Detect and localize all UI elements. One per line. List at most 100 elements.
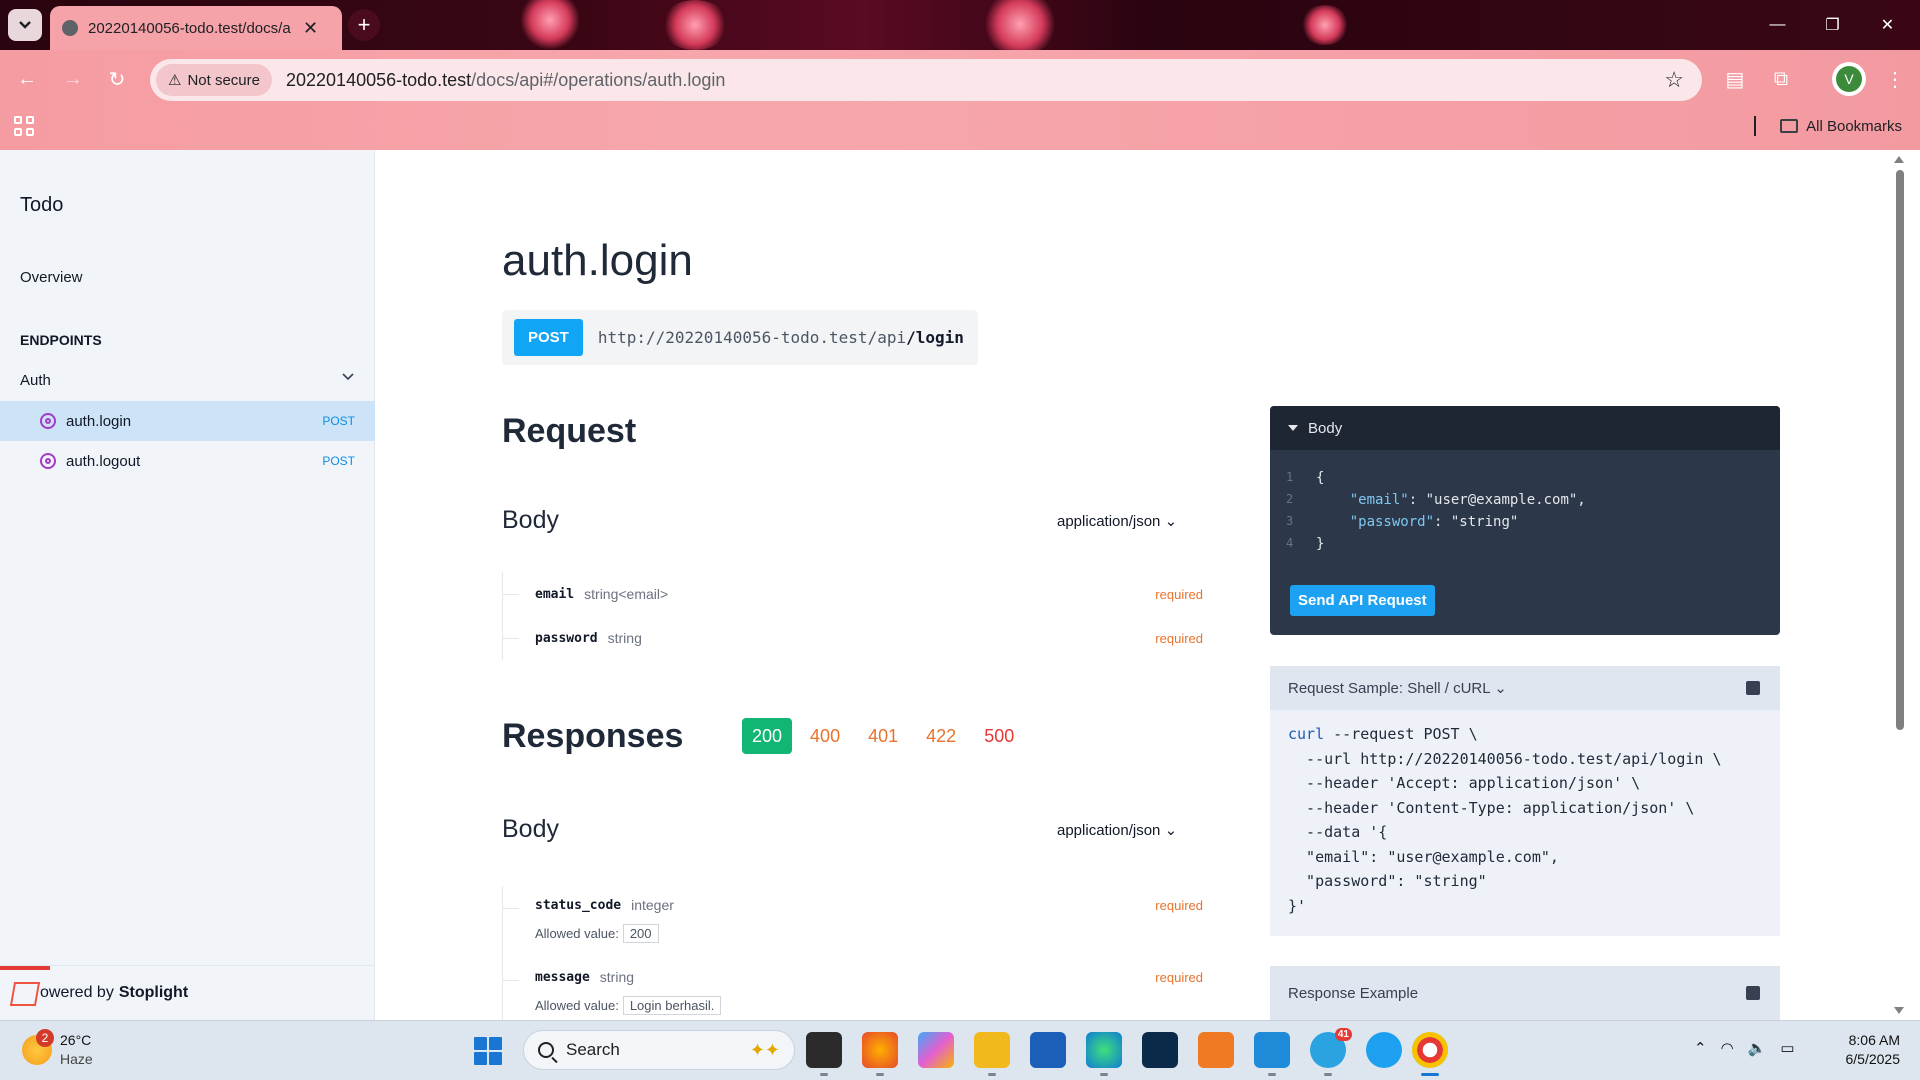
battery-icon[interactable]: ▭ [1780,1039,1794,1057]
start-button[interactable] [474,1037,502,1065]
store-icon[interactable] [1030,1032,1066,1068]
folder-icon [1780,119,1799,133]
new-tab-button[interactable]: + [348,9,380,41]
try-it-body-toggle[interactable]: Body [1270,406,1780,450]
close-tab-icon[interactable]: ✕ [303,18,318,39]
weather-widget[interactable]: 2 26°C Haze [22,1029,93,1069]
xampp-icon[interactable] [1198,1032,1234,1068]
powered-by-footer[interactable]: owered by Stoplight [0,965,375,1020]
response-body-heading: Body [502,815,559,843]
request-sample-code: curl --request POST \ --url http://20220… [1288,725,1722,915]
loading-bar [0,966,50,970]
file-explorer-icon[interactable] [974,1032,1010,1076]
restore-button[interactable]: ❐ [1805,0,1860,50]
minimize-button[interactable]: — [1750,0,1805,50]
app-icon[interactable] [1142,1032,1178,1068]
back-button[interactable]: ← [12,64,42,94]
copy-icon[interactable] [1746,986,1760,1000]
request-body-editor[interactable]: 1{ 2 "email": "user@example.com", 3 "pas… [1270,450,1780,558]
reading-list-icon[interactable]: ▤ [1720,64,1750,94]
try-it-panel: Body 1{ 2 "email": "user@example.com", 3… [1270,406,1780,635]
field-status-code: status_code integer required [503,886,1203,924]
bookmark-star-icon[interactable]: ☆ [1664,67,1684,93]
sample-language-select[interactable]: Request Sample: Shell / cURL ⌄ [1288,679,1507,697]
browser-toolbar: ← → ↻ ⚠ Not secure 20220140056-todo.test… [0,50,1920,150]
notification-badge: 2 [36,1029,54,1047]
weather-sun-icon: 2 [22,1029,54,1065]
browser-tab[interactable]: 20220140056-todo.test/docs/a ✕ [50,6,342,50]
response-fields: status_code integer required Allowed val… [502,886,1203,1020]
request-sample-panel: Request Sample: Shell / cURL ⌄ curl --re… [1270,666,1780,936]
scroll-up-arrow[interactable] [1894,156,1904,163]
tab-200[interactable]: 200 [742,718,793,754]
main-content: auth.login POST http://20220140056-todo.… [376,150,1906,1020]
edge-icon[interactable] [1086,1032,1122,1076]
tab-400[interactable]: 400 [800,718,850,754]
sidebar-group-auth[interactable]: Auth [20,372,355,389]
tab-401[interactable]: 401 [858,718,908,754]
request-fields: email string<email> required password st… [502,572,1203,660]
telegram-icon[interactable]: 41 [1310,1028,1352,1076]
warning-icon: ⚠ [168,72,182,89]
docs-page: Todo Overview ENDPOINTS Auth auth.login … [0,150,1920,1020]
volume-icon[interactable]: 🔈 [1748,1039,1767,1057]
response-example-panel: Response Example [1270,966,1780,1020]
tab-search-button[interactable] [8,9,42,41]
close-window-button[interactable]: ✕ [1860,0,1915,50]
response-example-header: Response Example [1288,984,1419,1002]
allowed-value: Allowed value: 200 [535,924,1203,958]
taskbar-search[interactable]: Search ✦✦ [523,1030,795,1070]
url-text: 20220140056-todo.test/docs/api#/operatio… [286,69,726,90]
request-content-type-select[interactable]: application/json ⌄ [1057,512,1177,530]
sparkle-icon: ✦✦ [749,1039,780,1060]
weather-desc: Haze [60,1051,93,1067]
scroll-down-arrow[interactable] [1894,1007,1904,1014]
operation-icon [40,413,56,429]
security-chip[interactable]: ⚠ Not secure [156,64,272,96]
responses-heading: Responses [502,717,684,755]
sidebar-item-overview[interactable]: Overview [20,269,83,286]
chrome-icon[interactable] [1412,1032,1448,1076]
page-scrollbar[interactable] [1892,150,1906,1020]
kebab-menu-icon[interactable]: ⋮ [1880,64,1910,94]
telegram-badge: 41 [1334,1028,1352,1041]
divider [1754,116,1757,136]
all-bookmarks-button[interactable]: All Bookmarks [1754,116,1902,136]
apps-grid-icon[interactable] [14,116,34,136]
chevron-up-icon[interactable]: ⌃ [1694,1039,1707,1057]
field-email: email string<email> required [503,572,1203,616]
browser-tabstrip: 20220140056-todo.test/docs/a ✕ + — ❐ ✕ [0,0,1920,54]
endpoint-url: http://20220140056-todo.test/api/login [597,328,964,347]
vscode-icon[interactable] [1254,1032,1290,1076]
tab-422[interactable]: 422 [916,718,966,754]
app-icon[interactable] [1366,1032,1402,1068]
address-bar[interactable]: ⚠ Not secure 20220140056-todo.test/docs/… [150,59,1702,101]
send-api-request-button[interactable]: Send API Request [1290,585,1435,616]
clock[interactable]: 8:06 AM 6/5/2025 [1830,1031,1901,1069]
allowed-value: Allowed value: Login berhasil. [535,996,1203,1020]
field-message: message string required [503,958,1203,996]
copilot-icon[interactable] [918,1032,954,1068]
forward-button[interactable]: → [58,64,88,94]
firefox-icon[interactable] [862,1032,898,1076]
wifi-icon[interactable]: ◠ [1721,1039,1734,1057]
profile-avatar[interactable]: V [1832,62,1866,96]
operation-icon [40,453,56,469]
response-content-type-select[interactable]: application/json ⌄ [1057,821,1177,839]
request-body-heading: Body [502,506,559,534]
endpoints-heading: ENDPOINTS [20,332,102,348]
scroll-thumb[interactable] [1896,170,1904,730]
copy-icon[interactable] [1746,681,1760,695]
field-password: password string required [503,616,1203,660]
sidebar-item-auth-login[interactable]: auth.login POST [0,401,375,441]
response-code-tabs: 200 400 401 422 500 [742,718,1024,754]
bookmarks-bar: All Bookmarks [0,110,1920,146]
endpoint-bar: POST http://20220140056-todo.test/api/lo… [502,310,978,365]
reload-button[interactable]: ↻ [102,64,132,94]
task-view-icon[interactable] [806,1032,842,1076]
sidebar-item-auth-logout[interactable]: auth.logout POST [0,441,375,481]
extensions-icon[interactable]: ⧉ [1766,64,1796,94]
weather-temp: 26°C [60,1032,92,1048]
tab-500[interactable]: 500 [974,718,1024,754]
chevron-down-icon [342,373,354,381]
